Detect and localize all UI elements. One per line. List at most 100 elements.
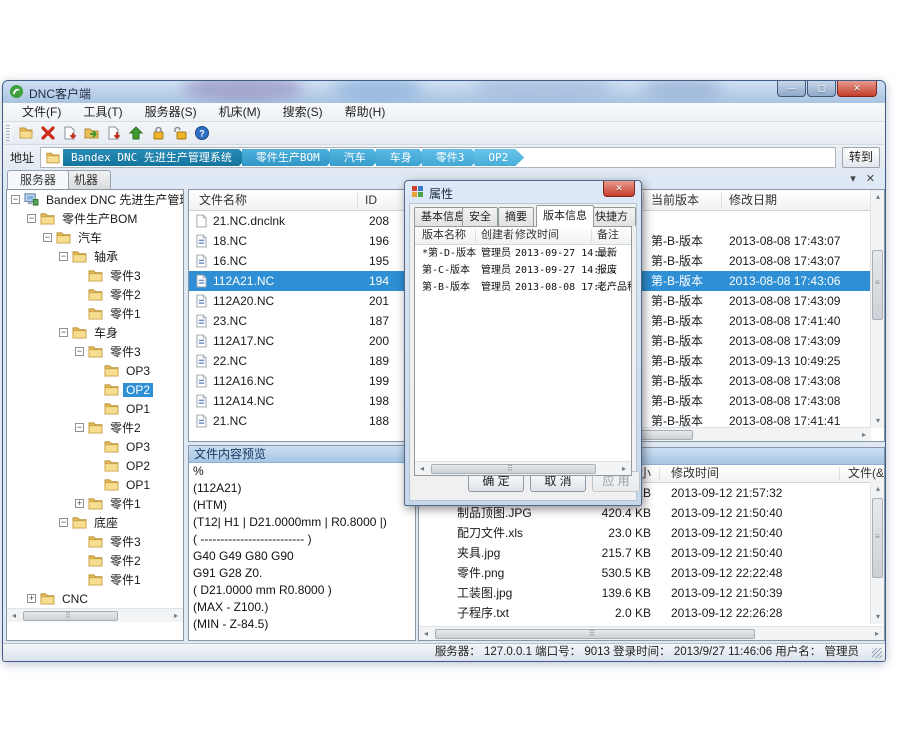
delete-button[interactable] [37, 123, 59, 143]
dialog-close-button[interactable]: ✕ [603, 181, 635, 197]
dialog-horizontal-scrollbar[interactable]: ◂ ⠿ ▸ [415, 461, 631, 475]
upload-arrow-button[interactable] [125, 123, 147, 143]
tree-item[interactable]: −车身 [7, 323, 183, 342]
dialog-version-row[interactable]: 第-B-版本管理员2013-08-08 17:...老产品程序 [415, 279, 631, 296]
menu-item-2[interactable]: 服务器(S) [134, 103, 208, 121]
scroll-right-arrow[interactable]: ▸ [870, 627, 884, 641]
tree-item[interactable]: −Bandex DNC 先进生产管理系统 [7, 190, 183, 209]
collapse-toggle-icon[interactable]: − [75, 423, 84, 432]
dialog-tab-2[interactable]: 摘要 [498, 207, 534, 226]
file-row[interactable]: 21.NC.dnclnk208 [189, 211, 415, 231]
related-file-row[interactable]: 工装图.jpg139.6 KB2013-09-12 21:50:39 [419, 583, 884, 603]
new-folder-button[interactable] [15, 123, 37, 143]
file-row[interactable]: 112A17.NC200 [189, 331, 415, 351]
tree-item[interactable]: OP1 [7, 475, 183, 494]
scroll-thumb[interactable] [435, 629, 755, 639]
scroll-down-arrow[interactable]: ▾ [871, 610, 885, 624]
resize-grip[interactable] [872, 648, 882, 658]
column-divider[interactable] [839, 467, 840, 480]
collapse-toggle-icon[interactable]: − [59, 328, 68, 337]
scroll-right-arrow[interactable]: ▸ [857, 428, 871, 442]
scroll-up-arrow[interactable]: ▴ [871, 482, 885, 496]
column-header-filename[interactable]: 文件名称 [199, 190, 247, 210]
column-divider[interactable] [659, 467, 660, 480]
tree-item[interactable]: −轴承 [7, 247, 183, 266]
scroll-left-arrow[interactable]: ◂ [415, 462, 429, 476]
related-horizontal-scrollbar[interactable]: ◂ ⠿ ▸ [419, 626, 884, 640]
collapse-toggle-icon[interactable]: − [11, 195, 20, 204]
tree-item[interactable]: OP2 [7, 380, 183, 399]
column-header-id[interactable]: ID [365, 190, 377, 210]
send-folder-button[interactable] [81, 123, 103, 143]
version-vertical-scrollbar[interactable]: ▴ ≡ ▾ [870, 190, 884, 428]
file-row[interactable]: 16.NC195 [189, 251, 415, 271]
tree-item[interactable]: 零件3 [7, 266, 183, 285]
tree-item[interactable]: 零件1 [7, 304, 183, 323]
column-header-version-name[interactable]: 版本名称 [422, 227, 466, 244]
help-button[interactable]: ? [191, 123, 213, 143]
tree-item[interactable]: −零件3 [7, 342, 183, 361]
scroll-up-arrow[interactable]: ▴ [871, 190, 885, 204]
related-vertical-scrollbar[interactable]: ▴ ≡ ▾ [870, 482, 884, 624]
breadcrumb-segment-4[interactable]: 零件3 [422, 149, 481, 166]
dialog-version-row[interactable]: *第-D-版本管理员2013-09-27 14:...最新 [415, 245, 631, 262]
scroll-down-arrow[interactable]: ▾ [871, 414, 885, 428]
tree-item[interactable]: 零件2 [7, 285, 183, 304]
tree-horizontal-scrollbar[interactable]: ◂ ⠿ ▸ [7, 608, 183, 622]
file-row[interactable]: 112A16.NC199 [189, 371, 415, 391]
tree-item[interactable]: OP1 [7, 399, 183, 418]
dialog-title-bar[interactable]: 属性 ✕ [405, 181, 641, 203]
related-file-row[interactable]: 夹具.jpg215.7 KB2013-09-12 21:50:40 [419, 543, 884, 563]
tree-item[interactable]: OP3 [7, 361, 183, 380]
column-header-current-version[interactable]: 当前版本 [651, 190, 699, 210]
column-header-modified-date[interactable]: 修改日期 [729, 190, 777, 210]
scroll-thumb[interactable] [431, 464, 596, 474]
dialog-tab-3[interactable]: 版本信息 [536, 205, 594, 227]
menu-item-0[interactable]: 文件(F) [11, 103, 72, 121]
column-divider[interactable] [510, 229, 511, 242]
column-divider[interactable] [591, 229, 592, 242]
file-checkout-button[interactable] [59, 123, 81, 143]
breadcrumb-segment-3[interactable]: 车身 [376, 149, 428, 166]
related-file-row[interactable]: 零件.png530.5 KB2013-09-12 22:22:48 [419, 563, 884, 583]
tree-item[interactable]: 零件1 [7, 570, 183, 589]
close-button[interactable]: ✕ [837, 81, 877, 97]
dialog-tab-4[interactable]: 快捷方式 [588, 207, 636, 226]
menu-item-5[interactable]: 帮助(H) [334, 103, 397, 121]
address-field[interactable]: Bandex DNC 先进生产管理系统零件生产BOM汽车车身零件3OP2 [40, 147, 836, 168]
tree-item[interactable]: +CNC [7, 589, 183, 608]
menu-item-3[interactable]: 机床(M) [208, 103, 272, 121]
file-row[interactable]: 112A14.NC198 [189, 391, 415, 411]
dialog-version-row[interactable]: 第-C-版本管理员2013-09-27 14:...报废 [415, 262, 631, 279]
collapse-toggle-icon[interactable]: − [43, 233, 52, 242]
scroll-left-arrow[interactable]: ◂ [7, 609, 21, 623]
file-row[interactable]: 112A21.NC194 [189, 271, 415, 291]
related-file-row[interactable]: 配刀文件.xls23.0 KB2013-09-12 21:50:40 [419, 523, 884, 543]
column-header-note[interactable]: 备注 [597, 227, 619, 244]
pane-collapse-icon[interactable]: ▾ [850, 172, 856, 186]
minimize-button[interactable]: — [777, 81, 806, 97]
breadcrumb-segment-0[interactable]: Bandex DNC 先进生产管理系统 [63, 149, 248, 166]
tree-item[interactable]: −零件2 [7, 418, 183, 437]
column-divider[interactable] [721, 192, 722, 208]
scroll-left-arrow[interactable]: ◂ [419, 627, 433, 641]
tree-item[interactable]: −零件生产BOM [7, 209, 183, 228]
tree-item[interactable]: 零件2 [7, 551, 183, 570]
expand-toggle-icon[interactable]: + [27, 594, 36, 603]
breadcrumb-segment-5[interactable]: OP2 [474, 149, 524, 166]
maximize-button[interactable]: ▢ [807, 81, 836, 97]
related-file-row[interactable]: 制品顶图.JPG420.4 KB2013-09-12 21:50:40 [419, 503, 884, 523]
scroll-right-arrow[interactable]: ▸ [617, 462, 631, 476]
file-row[interactable]: 23.NC187 [189, 311, 415, 331]
lock-button[interactable] [147, 123, 169, 143]
unlock-button[interactable] [169, 123, 191, 143]
column-header-file[interactable]: 文件(& [848, 465, 884, 482]
go-button[interactable]: 转到 [842, 147, 880, 168]
collapse-toggle-icon[interactable]: − [27, 214, 36, 223]
toolbar-grip[interactable] [6, 125, 11, 141]
tree-item[interactable]: 零件3 [7, 532, 183, 551]
file-row[interactable]: 21.NC188 [189, 411, 415, 431]
column-header-modified-time[interactable]: 修改时间 [671, 465, 719, 482]
dialog-tab-1[interactable]: 安全 [462, 207, 498, 226]
column-divider[interactable] [357, 192, 358, 208]
